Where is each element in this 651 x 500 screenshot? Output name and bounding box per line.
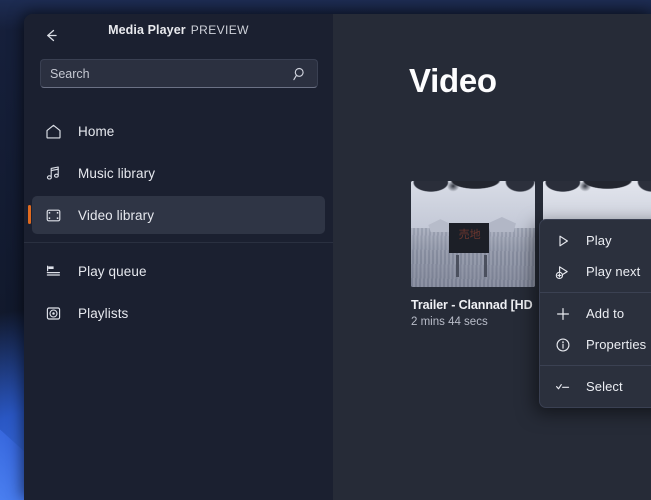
video-card[interactable]: 売地 Trailer - Clannad [HD 2 mins 44 secs (411, 181, 535, 328)
sidebar-item-play-queue[interactable]: Play queue (32, 252, 325, 290)
sidebar-item-home[interactable]: Home (32, 112, 325, 150)
context-menu-item-properties[interactable]: Properties (540, 329, 651, 360)
music-note-icon (42, 162, 64, 184)
search-container (40, 59, 318, 88)
video-frame-icon (42, 204, 64, 226)
sidebar-divider (24, 242, 333, 243)
sidebar: Media Player PREVIEW Search Home Music l… (24, 14, 333, 500)
sidebar-item-video-library[interactable]: Video library (28, 196, 325, 234)
play-next-icon (554, 263, 572, 281)
home-icon (42, 120, 64, 142)
thumbnail-sign-post-left (455, 255, 459, 278)
info-circle-icon (554, 336, 572, 354)
sidebar-nav: Home Music library Video library Play qu… (24, 112, 333, 336)
search-box[interactable] (40, 59, 318, 88)
play-triangle-icon (554, 232, 572, 250)
thumbnail-sign-text: 売地 (458, 227, 481, 241)
context-menu-item-label: Select (586, 379, 623, 394)
context-menu-item-label: Play next (586, 264, 641, 279)
context-menu: Play Play next Add to Properties Select (539, 219, 651, 408)
thumbnail-trees (543, 181, 651, 218)
video-title: Trailer - Clannad [HD (411, 298, 533, 312)
app-title-text: Media Player (108, 23, 186, 37)
context-menu-item-select[interactable]: Select (540, 371, 651, 402)
search-input[interactable] (50, 66, 292, 81)
selection-accent-bar (28, 205, 31, 224)
sidebar-item-label: Music library (78, 165, 156, 181)
thumbnail-trees (411, 181, 535, 218)
video-duration: 2 mins 44 secs (411, 316, 488, 328)
context-menu-item-play[interactable]: Play (540, 225, 651, 256)
title-bar: Media Player PREVIEW (24, 14, 333, 52)
context-menu-item-play-next[interactable]: Play next (540, 256, 651, 287)
plus-icon (554, 305, 572, 323)
context-menu-separator (540, 365, 651, 366)
thumbnail-sign-post-right (484, 255, 488, 278)
play-queue-icon (42, 260, 64, 282)
page-title: Video (409, 62, 497, 99)
context-menu-separator (540, 292, 651, 293)
playlists-disc-icon (42, 302, 64, 324)
sidebar-item-playlists[interactable]: Playlists (32, 294, 325, 332)
preview-badge: PREVIEW (190, 23, 249, 37)
context-menu-item-label: Add to (586, 306, 625, 321)
sidebar-item-music-library[interactable]: Music library (32, 154, 325, 192)
context-menu-item-label: Properties (586, 337, 647, 352)
media-player-window: Media Player PREVIEW Search Home Music l… (24, 14, 651, 500)
context-menu-item-label: Play (586, 233, 612, 248)
sidebar-item-label: Play queue (78, 263, 147, 279)
context-menu-item-add-to[interactable]: Add to (540, 298, 651, 329)
sidebar-item-label: Video library (78, 207, 155, 223)
video-thumbnail[interactable]: 売地 (411, 181, 535, 287)
search-icon[interactable] (292, 66, 308, 82)
sidebar-item-label: Home (78, 123, 115, 139)
app-title: Media Player PREVIEW (24, 23, 333, 37)
check-dash-icon (554, 378, 572, 396)
sidebar-item-label: Playlists (78, 305, 129, 321)
